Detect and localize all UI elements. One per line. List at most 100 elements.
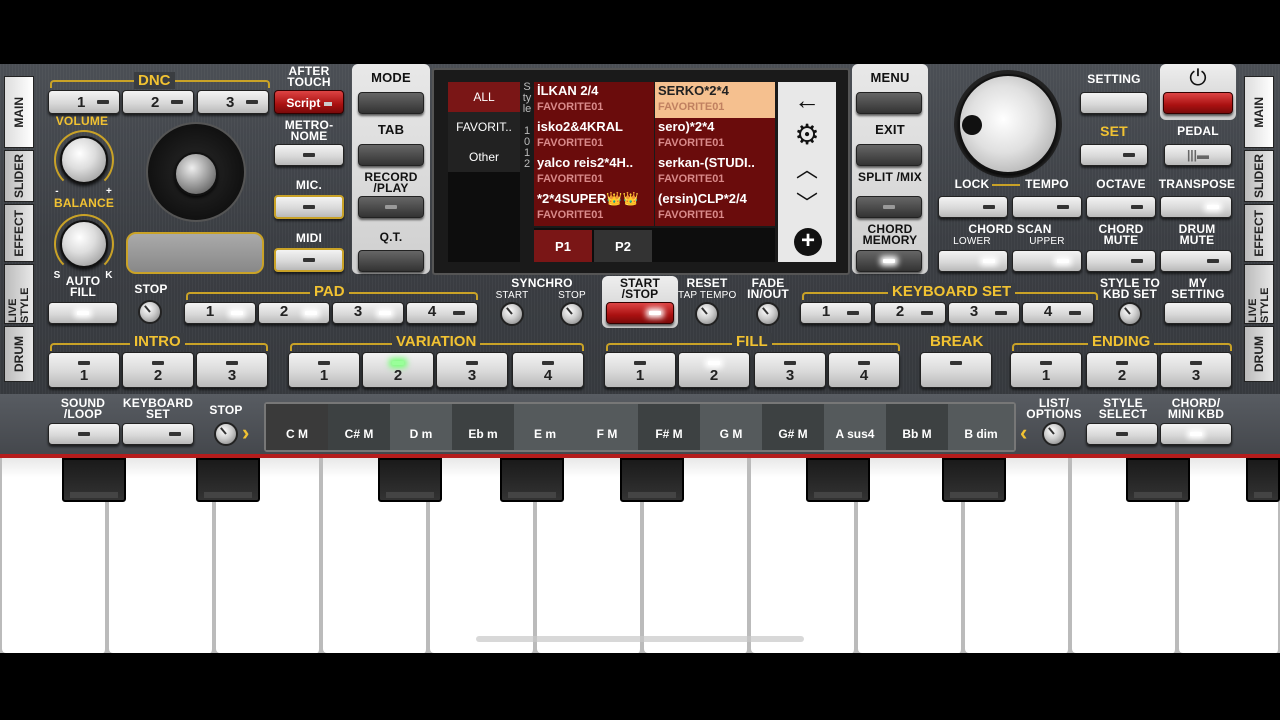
reset-knob[interactable] bbox=[695, 302, 719, 326]
black-key[interactable] bbox=[378, 458, 442, 502]
power-button[interactable] bbox=[1163, 92, 1233, 114]
chord-pad[interactable]: E m bbox=[514, 404, 576, 450]
style-select-button[interactable] bbox=[1086, 423, 1158, 445]
style-item[interactable]: isko2&4KRAL FAVORITE01 bbox=[534, 118, 654, 154]
black-key[interactable] bbox=[1126, 458, 1190, 502]
list-options-knob[interactable] bbox=[1042, 422, 1066, 446]
intro-button-2[interactable]: 2 bbox=[122, 352, 194, 388]
add-icon[interactable]: + bbox=[794, 228, 822, 256]
tab-main-right[interactable]: MAIN bbox=[1244, 76, 1274, 148]
tab-slider-left[interactable]: SLIDER bbox=[4, 150, 34, 202]
octave-button[interactable] bbox=[1086, 196, 1156, 218]
pitch-pad[interactable] bbox=[126, 232, 264, 274]
dnc-button-1[interactable]: 1 bbox=[48, 90, 120, 114]
pad-button-4[interactable]: 4 bbox=[406, 302, 478, 324]
black-key[interactable] bbox=[806, 458, 870, 502]
tab-live-style-right[interactable]: LIVE STYLE bbox=[1244, 264, 1274, 324]
tab-slider-right[interactable]: SLIDER bbox=[1244, 150, 1274, 202]
filter-favorites[interactable]: FAVORIT.. bbox=[448, 112, 520, 142]
black-key[interactable] bbox=[196, 458, 260, 502]
style-item[interactable]: (ersin)CLP*2/4 FAVORITE01 bbox=[655, 190, 775, 226]
keyboard-set2-button[interactable] bbox=[122, 423, 194, 445]
fill-button-4[interactable]: 4 bbox=[828, 352, 900, 388]
bottom-stop-knob[interactable] bbox=[214, 422, 238, 446]
chord-pad[interactable]: G M bbox=[700, 404, 762, 450]
tab-effect-left[interactable]: EFFECT bbox=[4, 204, 34, 262]
ending-button-2[interactable]: 2 bbox=[1086, 352, 1158, 388]
keyboard-set-button-3[interactable]: 3 bbox=[948, 302, 1020, 324]
page-tab-p2[interactable]: P2 bbox=[594, 230, 652, 262]
transpose-button[interactable] bbox=[1160, 196, 1232, 218]
chord-pad[interactable]: Bb M bbox=[886, 404, 948, 450]
intro-button-1[interactable]: 1 bbox=[48, 352, 120, 388]
chord-mini-kbd-button[interactable] bbox=[1160, 423, 1232, 445]
mode-button[interactable] bbox=[358, 92, 424, 114]
break-button[interactable] bbox=[920, 352, 992, 388]
chord-pad[interactable]: B dim bbox=[948, 404, 1014, 450]
ending-button-1[interactable]: 1 bbox=[1010, 352, 1082, 388]
synchro-stop-knob[interactable] bbox=[560, 302, 584, 326]
chord-pad[interactable]: G# M bbox=[762, 404, 824, 450]
sound-loop-button[interactable] bbox=[48, 423, 120, 445]
pedal-button[interactable]: |||▬ bbox=[1164, 144, 1232, 166]
script-button[interactable]: Script bbox=[274, 90, 344, 114]
style-item-selected[interactable]: SERKO*2*4 FAVORITE01 bbox=[655, 82, 775, 118]
chord-pad[interactable]: C# M bbox=[328, 404, 390, 450]
volume-knob[interactable] bbox=[60, 136, 108, 184]
exit-button[interactable] bbox=[856, 144, 922, 166]
black-key[interactable] bbox=[1246, 458, 1280, 502]
tab-main-left[interactable]: MAIN bbox=[4, 76, 34, 148]
chord-scan-lower-button[interactable] bbox=[938, 250, 1008, 272]
balance-knob[interactable] bbox=[60, 220, 108, 268]
filter-other[interactable]: Other bbox=[448, 142, 520, 172]
back-arrow-icon[interactable]: ← bbox=[790, 86, 824, 114]
qt-button[interactable] bbox=[358, 250, 424, 272]
chord-mute-button[interactable] bbox=[1086, 250, 1156, 272]
setting-button[interactable] bbox=[1080, 92, 1148, 114]
chord-pad[interactable]: A sus4 bbox=[824, 404, 886, 450]
dnc-button-2[interactable]: 2 bbox=[122, 90, 194, 114]
gear-icon[interactable]: ⚙ bbox=[790, 120, 824, 150]
lock-button[interactable] bbox=[938, 196, 1008, 218]
variation-button-2[interactable]: 2 bbox=[362, 352, 434, 388]
drum-mute-button[interactable] bbox=[1160, 250, 1232, 272]
fill-button-1[interactable]: 1 bbox=[604, 352, 676, 388]
pad-button-3[interactable]: 3 bbox=[332, 302, 404, 324]
split-mix-button[interactable] bbox=[856, 196, 922, 218]
intro-button-3[interactable]: 3 bbox=[196, 352, 268, 388]
mic-button[interactable] bbox=[274, 195, 344, 219]
style-item[interactable]: serkan-(STUDI.. FAVORITE01 bbox=[655, 154, 775, 190]
black-key[interactable] bbox=[62, 458, 126, 502]
keyboard-set-button-2[interactable]: 2 bbox=[874, 302, 946, 324]
tab-button[interactable] bbox=[358, 144, 424, 166]
synchro-start-knob[interactable] bbox=[500, 302, 524, 326]
chord-pad-c-major[interactable]: C M bbox=[266, 404, 328, 450]
chord-pad[interactable]: Eb m bbox=[452, 404, 514, 450]
style-item[interactable]: *2*4SUPER👑👑 FAVORITE01 bbox=[534, 190, 654, 226]
midi-button[interactable] bbox=[274, 248, 344, 272]
chord-scan-upper-button[interactable] bbox=[1012, 250, 1082, 272]
page-tab-p1[interactable]: P1 bbox=[534, 230, 592, 262]
chord-pad[interactable]: F M bbox=[576, 404, 638, 450]
joystick-handle[interactable] bbox=[174, 152, 218, 196]
set-button[interactable] bbox=[1080, 144, 1148, 166]
variation-button-4[interactable]: 4 bbox=[512, 352, 584, 388]
chord-pad[interactable]: F# M bbox=[638, 404, 700, 450]
menu-button[interactable] bbox=[856, 92, 922, 114]
black-key[interactable] bbox=[500, 458, 564, 502]
black-key[interactable] bbox=[942, 458, 1006, 502]
tab-effect-right[interactable]: EFFECT bbox=[1244, 204, 1274, 262]
tab-drum-left[interactable]: DRUM bbox=[4, 326, 34, 382]
style-item[interactable]: İLKAN 2/4 FAVORITE01 bbox=[534, 82, 654, 118]
pad-stop-knob[interactable] bbox=[138, 300, 162, 324]
tab-live-style-left[interactable]: LIVE STYLE bbox=[4, 264, 34, 324]
keyboard-set-button-4[interactable]: 4 bbox=[1022, 302, 1094, 324]
start-stop-button[interactable] bbox=[606, 302, 674, 324]
ending-button-3[interactable]: 3 bbox=[1160, 352, 1232, 388]
record-play-button[interactable] bbox=[358, 196, 424, 218]
auto-fill-button[interactable] bbox=[48, 302, 118, 324]
tab-drum-right[interactable]: DRUM bbox=[1244, 326, 1274, 382]
fill-button-2[interactable]: 2 bbox=[678, 352, 750, 388]
pad-button-1[interactable]: 1 bbox=[184, 302, 256, 324]
fade-knob[interactable] bbox=[756, 302, 780, 326]
